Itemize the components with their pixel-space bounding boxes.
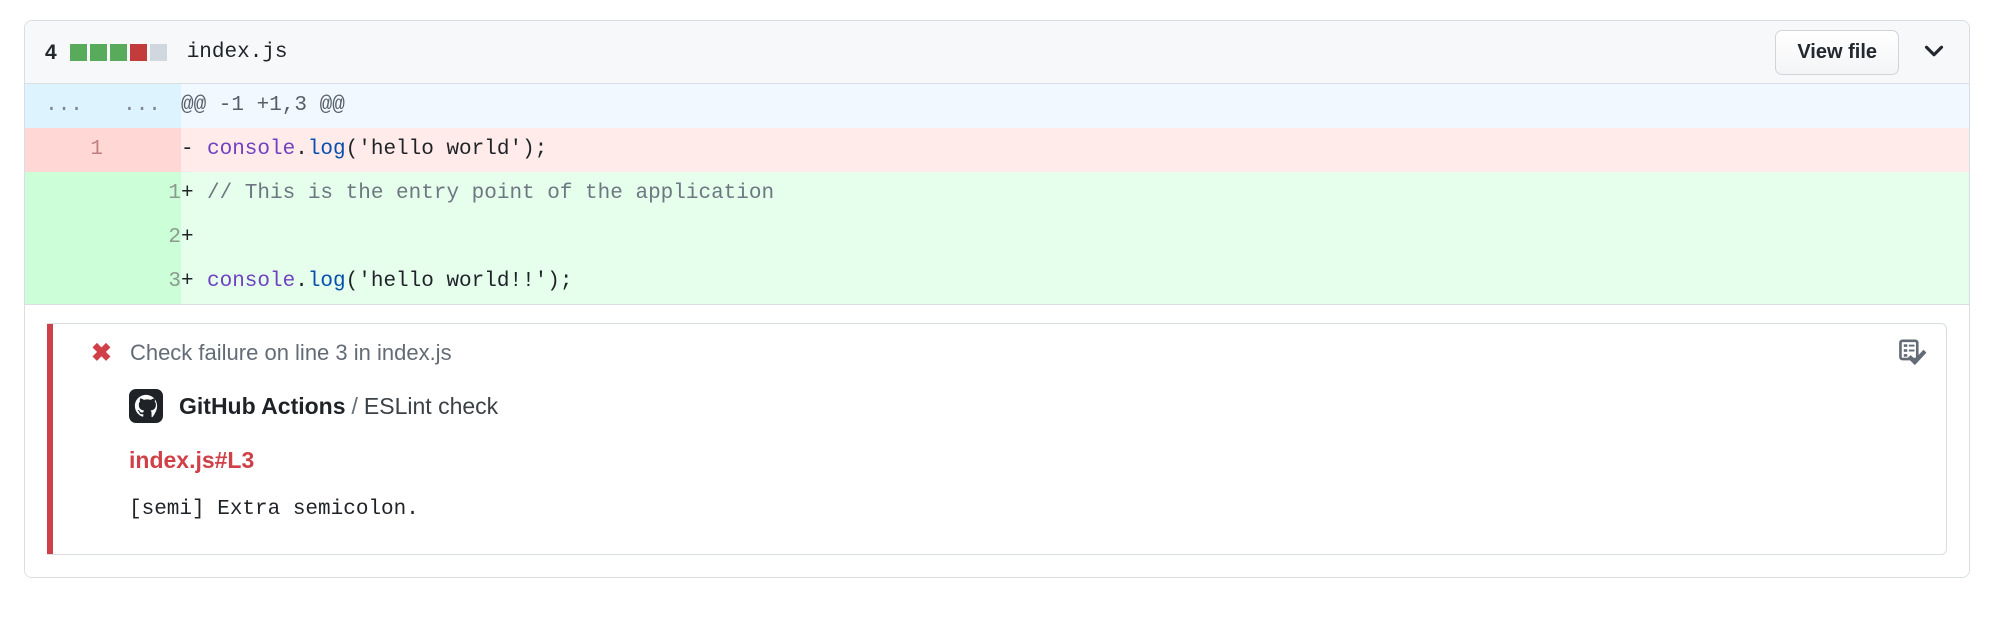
diff-line-content[interactable]: + <box>181 216 1969 260</box>
diff-table: ... ... @@ -1 +1,3 @@ 1- console.log('hel… <box>25 84 1969 304</box>
view-file-button[interactable]: View file <box>1775 29 1899 75</box>
code-token: log <box>307 270 346 293</box>
hunk-header-text: @@ -1 +1,3 @@ <box>181 84 1969 128</box>
diff-line-marker: + <box>181 226 194 249</box>
code-token: log <box>307 138 346 161</box>
github-octocat-icon <box>129 389 163 423</box>
new-line-number <box>103 128 181 172</box>
new-line-number: 3 <box>103 260 181 304</box>
chevron-down-icon <box>1922 39 1946 66</box>
code-token: // This is the entry point of the applic… <box>207 182 775 205</box>
change-count: 4 <box>45 40 57 64</box>
diffstat-block-added <box>69 43 87 61</box>
diffstat-block-neutral <box>149 43 167 61</box>
code-token: . <box>295 270 308 293</box>
annotation-wrapper: ✖ Check failure on line 3 in index.js Gi… <box>25 304 1969 577</box>
diff-line-row-added: 3 + console.log('hello world!!'); <box>25 260 1969 304</box>
diffstat-block-deleted <box>129 43 147 61</box>
checklist-check-icon[interactable] <box>1898 338 1927 371</box>
annotation-message: [semi] Extra semicolon. <box>129 498 419 521</box>
file-name[interactable]: index.js <box>187 41 288 64</box>
check-failure-annotation: ✖ Check failure on line 3 in index.js Gi… <box>47 323 1947 555</box>
code-token: console <box>207 138 296 161</box>
hunk-old-gutter: ... <box>25 84 103 128</box>
check-name[interactable]: ESLint check <box>364 393 498 420</box>
file-header: 4 index.js View file <box>25 21 1969 84</box>
new-line-number: 2 <box>103 216 181 260</box>
diffstat-bar <box>69 43 167 61</box>
actor-name[interactable]: GitHub Actions <box>179 393 346 420</box>
diff-line-marker: - <box>181 138 194 161</box>
diff-line-content[interactable]: + console.log('hello world!!'); <box>181 260 1969 304</box>
annotation-header: ✖ Check failure on line 3 in index.js <box>91 338 1927 367</box>
diff-line-marker: + <box>181 270 194 293</box>
actor-separator: / <box>351 392 358 419</box>
code-token: . <box>295 138 308 161</box>
new-line-number: 1 <box>103 172 181 216</box>
diff-hunk-row: ... ... @@ -1 +1,3 @@ <box>25 84 1969 128</box>
file-options-chevron-button[interactable] <box>1917 35 1951 69</box>
hunk-new-gutter: ... <box>103 84 181 128</box>
diff-line-row-deleted: 1 - console.log('hello world'); <box>25 128 1969 172</box>
diffstat-block-added <box>89 43 107 61</box>
diffstat-block-added <box>109 43 127 61</box>
code-token: ('hello world'); <box>345 138 548 161</box>
old-line-number <box>25 260 103 304</box>
diff-line-row-added: 1 + // This is the entry point of the appl… <box>25 172 1969 216</box>
diff-line-marker: + <box>181 182 194 205</box>
x-icon: ✖ <box>91 338 112 367</box>
code-token: console <box>207 270 296 293</box>
diff-line-content[interactable]: - console.log('hello world'); <box>181 128 1969 172</box>
annotation-location-link[interactable]: index.js#L3 <box>129 447 254 474</box>
diff-line-content[interactable]: + // This is the entry point of the appli… <box>181 172 1969 216</box>
diff-page: 4 index.js View file ... ... @@ -1 +1,3 <box>0 0 1994 632</box>
code-token: ('hello world!!'); <box>345 270 573 293</box>
old-line-number <box>25 172 103 216</box>
old-line-number: 1 <box>25 128 103 172</box>
annotation-title: Check failure on line 3 in index.js <box>129 340 452 365</box>
file-diff-card: 4 index.js View file ... ... @@ -1 +1,3 <box>24 20 1970 578</box>
old-line-number <box>25 216 103 260</box>
diff-line-row-added: 2 + <box>25 216 1969 260</box>
annotation-actor-row: GitHub Actions / ESLint check <box>129 389 1926 423</box>
